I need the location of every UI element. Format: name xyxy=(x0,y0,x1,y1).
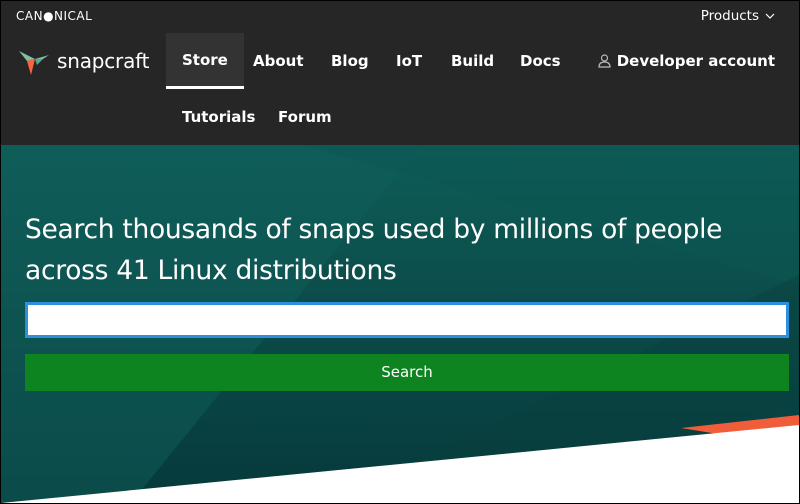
nav-item-tutorials[interactable]: Tutorials xyxy=(166,89,271,145)
nav-item-iot[interactable]: IoT xyxy=(380,33,438,89)
nav-item-blog[interactable]: Blog xyxy=(315,33,385,89)
nav-item-label: Tutorials xyxy=(182,108,256,126)
chevron-down-icon xyxy=(765,13,775,19)
search-button[interactable]: Search xyxy=(25,354,789,391)
hero-section: Search thousands of snaps used by millio… xyxy=(1,145,799,503)
snapcraft-bird-icon xyxy=(19,51,49,75)
nav-item-label: About xyxy=(253,52,304,70)
nav-item-forum[interactable]: Forum xyxy=(262,89,348,145)
nav-item-store[interactable]: Store xyxy=(166,33,244,89)
nav-item-label: Store xyxy=(182,50,228,69)
nav-item-label: Build xyxy=(451,52,495,70)
products-dropdown[interactable]: Products xyxy=(701,8,775,24)
top-bar: CAN●NICAL Products xyxy=(1,1,799,33)
logo-text: snapcraft xyxy=(57,49,150,73)
nav-item-label: Docs xyxy=(520,52,561,70)
nav-item-label: Forum xyxy=(278,108,332,126)
user-icon xyxy=(598,54,611,68)
nav-item-docs[interactable]: Docs xyxy=(504,33,577,89)
nav-item-label: IoT xyxy=(396,52,423,70)
canonical-logo[interactable]: CAN●NICAL xyxy=(16,9,92,23)
products-label: Products xyxy=(700,8,759,24)
nav-item-label: Blog xyxy=(331,52,369,70)
nav-item-about[interactable]: About xyxy=(237,33,320,89)
developer-account-link[interactable]: Developer account xyxy=(598,33,775,89)
developer-account-label: Developer account xyxy=(616,52,775,70)
nav-item-build[interactable]: Build xyxy=(435,33,510,89)
main-nav: snapcraft Store About Blog IoT Build Doc… xyxy=(1,33,799,145)
search-input[interactable] xyxy=(25,302,789,338)
snapcraft-logo[interactable]: snapcraft xyxy=(17,45,149,77)
hero-title: Search thousands of snaps used by millio… xyxy=(25,214,723,286)
